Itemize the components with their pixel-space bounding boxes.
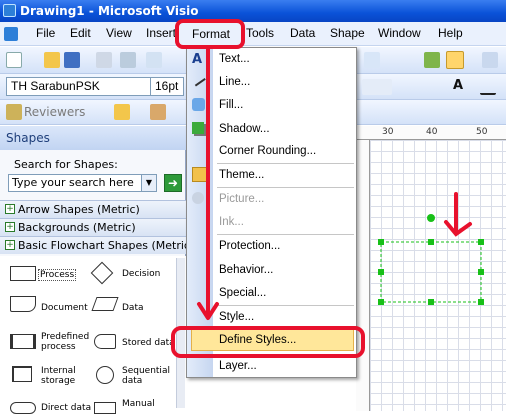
folder-icon[interactable] [114, 104, 130, 120]
menu-item-ink: Ink... [219, 216, 244, 228]
process-shape-icon[interactable] [10, 266, 36, 281]
save-icon[interactable] [64, 52, 80, 68]
vertical-ruler [356, 140, 370, 411]
shape-label-internal-storage[interactable]: Internal storage [41, 366, 87, 386]
shape-label-sequential-data[interactable]: Sequential data [122, 366, 170, 386]
align-icon[interactable] [364, 52, 380, 68]
title-bar: Drawing1 - Microsoft Visio [0, 0, 506, 22]
open-icon[interactable] [44, 52, 60, 68]
menu-tools[interactable]: Tools [246, 26, 274, 40]
visio-app-icon [3, 4, 16, 17]
horizontal-ruler: 30 40 50 [356, 126, 506, 140]
document-shape-icon[interactable] [10, 296, 36, 312]
window-title: Drawing1 - Microsoft Visio [20, 4, 199, 18]
markup-icon[interactable] [6, 104, 22, 120]
search-input[interactable]: Type your search here [8, 174, 142, 192]
shape-label-process[interactable]: Process [38, 269, 77, 281]
menu-item-line[interactable]: Line... [219, 76, 250, 88]
search-go-icon[interactable]: ➜ [164, 174, 182, 192]
stencil-backgrounds[interactable]: + Backgrounds (Metric) [0, 218, 186, 236]
stored-data-shape-icon[interactable] [94, 334, 116, 349]
predefined-process-shape-icon[interactable] [10, 334, 36, 349]
shape-label-predefined-process[interactable]: Predefined process [41, 332, 89, 352]
search-label: Search for Shapes: [14, 158, 118, 171]
data-shape-icon[interactable] [91, 297, 119, 311]
shape-label-document[interactable]: Document [41, 303, 88, 313]
annotation-arrow-icon [197, 46, 219, 320]
connector-icon[interactable] [424, 52, 440, 68]
print-icon[interactable] [96, 52, 112, 68]
ruler-label: 50 [476, 127, 488, 137]
stencil-label: Backgrounds (Metric) [18, 221, 136, 234]
reviewers-button[interactable]: Reviewers [24, 105, 85, 119]
menu-item-shadow[interactable]: Shadow... [219, 123, 270, 135]
stencil-arrow-shapes[interactable]: + Arrow Shapes (Metric) [0, 200, 186, 218]
menu-item-fill[interactable]: Fill... [219, 99, 243, 111]
menu-item-theme[interactable]: Theme... [219, 169, 264, 181]
shape-grid: Process Decision Document Data Predefine… [0, 256, 186, 414]
decision-shape-icon[interactable] [90, 261, 114, 285]
expand-icon: + [5, 204, 15, 214]
document-icon[interactable] [4, 27, 18, 41]
sequential-data-shape-icon[interactable] [96, 366, 114, 384]
shape-label-decision[interactable]: Decision [122, 269, 160, 279]
menu-item-corner-rounding[interactable]: Corner Rounding... [219, 145, 316, 157]
menu-separator [217, 187, 354, 188]
ink-icon[interactable] [150, 104, 166, 120]
menu-separator [217, 163, 354, 164]
menu-item-protection[interactable]: Protection... [219, 240, 280, 252]
menu-item-behavior[interactable]: Behavior... [219, 264, 273, 276]
shape-label-data[interactable]: Data [122, 303, 144, 313]
stencil-label: Basic Flowchart Shapes (Metric) [18, 239, 186, 252]
pointer-tool-icon[interactable] [446, 51, 464, 69]
menu-help[interactable]: Help [438, 26, 463, 40]
expand-icon: + [5, 240, 15, 250]
shapes-panel-header: Shapes [0, 126, 186, 150]
menu-item-layer[interactable]: Layer... [219, 360, 257, 372]
menu-view[interactable]: View [106, 26, 132, 40]
expand-icon: + [5, 222, 15, 232]
align-right-icon[interactable] [376, 79, 392, 95]
define-styles-annotation-ring [171, 326, 365, 358]
menu-shape[interactable]: Shape [330, 26, 365, 40]
font-size-field[interactable]: 16pt [150, 77, 184, 96]
direct-data-shape-icon[interactable] [10, 402, 36, 414]
chevron-down-icon[interactable]: ▼ [141, 174, 157, 192]
preview-icon[interactable] [120, 52, 136, 68]
shape-label-direct-data[interactable]: Direct data [41, 403, 91, 413]
font-color-icon[interactable]: A [450, 78, 466, 94]
canvas-shape-layer [378, 192, 484, 305]
format-menu-annotation-ring [175, 19, 245, 49]
ruler-label: 40 [426, 127, 438, 137]
menu-item-style[interactable]: Style... [219, 311, 254, 323]
menu-separator [217, 305, 354, 306]
menu-file[interactable]: File [36, 26, 55, 40]
stencil-label: Arrow Shapes (Metric) [18, 203, 140, 216]
font-name-field[interactable]: TH SarabunPSK [6, 77, 152, 96]
menu-bar: File Edit View Insert Format Tools Data … [0, 22, 506, 46]
ruler-label: 30 [382, 127, 394, 137]
internal-storage-shape-icon[interactable] [12, 366, 32, 382]
menu-edit[interactable]: Edit [70, 26, 91, 40]
menu-window[interactable]: Window [378, 26, 421, 40]
menu-item-special[interactable]: Special... [219, 287, 266, 299]
manual-input-shape-icon[interactable] [94, 402, 116, 414]
line-color-icon[interactable] [480, 79, 496, 95]
shape-label-manual[interactable]: Manual [122, 399, 155, 409]
new-icon[interactable] [6, 52, 22, 68]
stencil-basic-flowchart[interactable]: + Basic Flowchart Shapes (Metric) [0, 236, 186, 254]
spelling-icon[interactable] [146, 52, 162, 68]
shape-label-stored-data[interactable]: Stored data [122, 338, 175, 348]
menu-item-text[interactable]: Text... [219, 53, 250, 65]
menu-data[interactable]: Data [290, 26, 315, 40]
menu-item-picture: Picture... [219, 193, 265, 205]
connector-tool-icon[interactable] [482, 52, 498, 68]
annotation-arrow-icon [444, 192, 472, 237]
menu-separator [217, 234, 354, 235]
